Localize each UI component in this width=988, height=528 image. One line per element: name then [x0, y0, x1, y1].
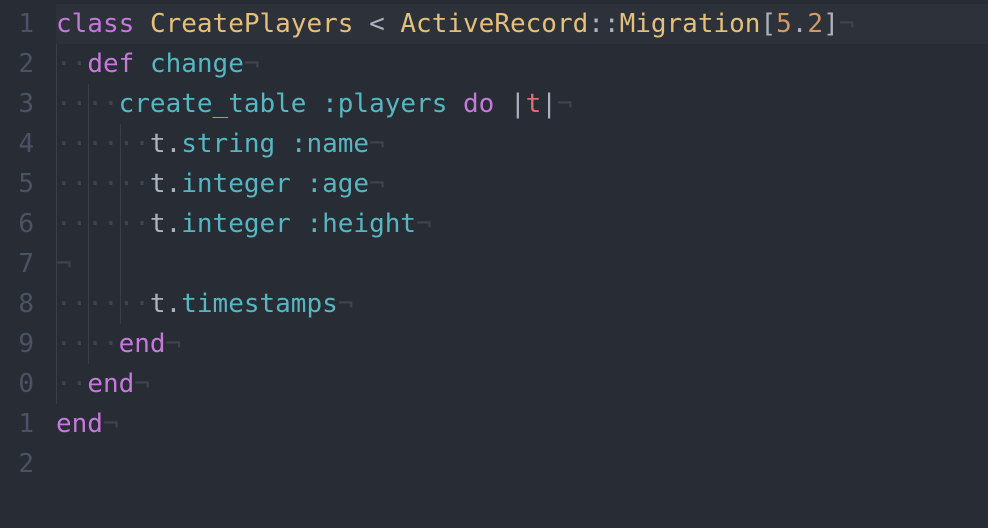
- indent-dots: ······: [56, 129, 150, 159]
- line-number: 3: [0, 84, 34, 124]
- newline-icon: ¬: [338, 289, 354, 319]
- code-line[interactable]: [56, 444, 988, 484]
- space: [134, 9, 150, 39]
- var-t: t: [150, 209, 166, 239]
- line-number: 4: [0, 124, 34, 164]
- number-5: 5: [776, 9, 792, 39]
- dot: .: [166, 289, 182, 319]
- indent-dots: ··: [56, 369, 87, 399]
- keyword-end: end: [56, 409, 103, 439]
- operator-lt: <: [369, 9, 385, 39]
- keyword-class: class: [56, 9, 134, 39]
- double-colon: ::: [588, 9, 619, 39]
- indent-dots: ······: [56, 209, 150, 239]
- symbol-players: :players: [322, 89, 447, 119]
- line-number: 0: [0, 364, 34, 404]
- newline-icon: ¬: [244, 49, 260, 79]
- var-t: t: [150, 129, 166, 159]
- var-t: t: [150, 169, 166, 199]
- newline-icon: ¬: [369, 169, 385, 199]
- method-change: change: [150, 49, 244, 79]
- gutter: 1 2 3 4 5 6 7 8 9 0 1 2: [0, 0, 46, 528]
- space: [385, 9, 401, 39]
- newline-icon: ¬: [416, 209, 432, 239]
- code-line[interactable]: ····create_table :players do |t|¬: [56, 84, 988, 124]
- keyword-end: end: [87, 369, 134, 399]
- var-t: t: [150, 289, 166, 319]
- method-string: string: [181, 129, 275, 159]
- bracket-open: [: [760, 9, 776, 39]
- dot: .: [166, 209, 182, 239]
- method-integer: integer: [181, 169, 291, 199]
- code-area[interactable]: class CreatePlayers < ActiveRecord::Migr…: [46, 0, 988, 528]
- code-editor[interactable]: 1 2 3 4 5 6 7 8 9 0 1 2 class CreatePlay…: [0, 0, 988, 528]
- newline-icon: ¬: [369, 129, 385, 159]
- block-var-t: t: [526, 89, 542, 119]
- bracket-close: ]: [823, 9, 839, 39]
- indent-dots: ······: [56, 169, 150, 199]
- newline-icon: ¬: [557, 89, 573, 119]
- pipe: |: [541, 89, 557, 119]
- dot: .: [792, 9, 808, 39]
- code-line[interactable]: ······t.integer :age¬: [56, 164, 988, 204]
- code-line[interactable]: end¬: [56, 404, 988, 444]
- line-number: 2: [0, 44, 34, 84]
- dot: .: [166, 129, 182, 159]
- code-line[interactable]: ······t.timestamps¬: [56, 284, 988, 324]
- code-line[interactable]: ····end¬: [56, 324, 988, 364]
- line-number: 5: [0, 164, 34, 204]
- method-timestamps: timestamps: [181, 289, 338, 319]
- symbol-age: :age: [306, 169, 369, 199]
- line-number: 1: [0, 4, 34, 44]
- code-line[interactable]: ¬: [56, 244, 988, 284]
- code-line[interactable]: ··end¬: [56, 364, 988, 404]
- indent-guide: [56, 44, 57, 404]
- space: [353, 9, 369, 39]
- method-integer: integer: [181, 209, 291, 239]
- code-line[interactable]: class CreatePlayers < ActiveRecord::Migr…: [56, 4, 988, 44]
- indent-dots: ······: [56, 289, 150, 319]
- newline-icon: ¬: [56, 249, 72, 279]
- line-number: 9: [0, 324, 34, 364]
- newline-icon: ¬: [103, 409, 119, 439]
- indent-dots: ··: [56, 49, 87, 79]
- newline-icon: ¬: [134, 369, 150, 399]
- line-number: 6: [0, 204, 34, 244]
- symbol-height: :height: [306, 209, 416, 239]
- line-number: 1: [0, 404, 34, 444]
- code-line[interactable]: ······t.integer :height¬: [56, 204, 988, 244]
- keyword-def: def: [87, 49, 134, 79]
- newline-icon: ¬: [839, 9, 855, 39]
- number-2: 2: [807, 9, 823, 39]
- const-migration: Migration: [620, 9, 761, 39]
- pipe: |: [510, 89, 526, 119]
- module-name: ActiveRecord: [400, 9, 588, 39]
- class-name: CreatePlayers: [150, 9, 354, 39]
- line-number: 8: [0, 284, 34, 324]
- indent-guide: [120, 124, 121, 324]
- newline-icon: ¬: [166, 329, 182, 359]
- symbol-name: :name: [291, 129, 369, 159]
- dot: .: [166, 169, 182, 199]
- code-line[interactable]: ······t.string :name¬: [56, 124, 988, 164]
- method-create-table: create_table: [119, 89, 307, 119]
- line-number: 7: [0, 244, 34, 284]
- keyword-do: do: [463, 89, 494, 119]
- line-number: 2: [0, 444, 34, 484]
- code-line[interactable]: ··def change¬: [56, 44, 988, 84]
- indent-guide: [88, 84, 89, 364]
- keyword-end: end: [119, 329, 166, 359]
